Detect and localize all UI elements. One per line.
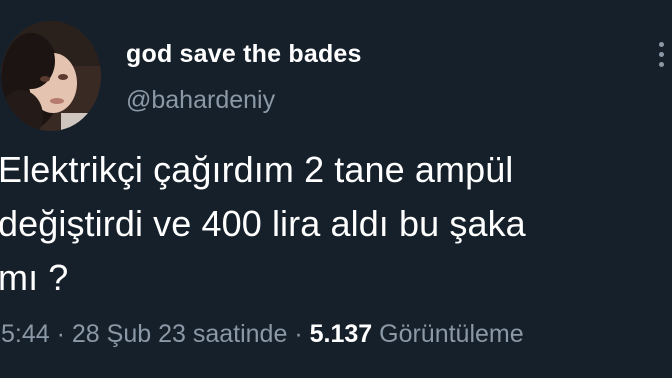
views-count: 5.137 (309, 320, 373, 348)
meta-separator: · (294, 320, 303, 348)
tweet-date[interactable]: 28 Şub 23 saatinde (72, 320, 287, 348)
dot (659, 52, 664, 57)
display-name[interactable]: god save the bades (126, 40, 362, 69)
tweet-meta: 5:44 · 28 Şub 23 saatinde · 5.137 Görünt… (1, 320, 524, 349)
tweet-card: god save the bades @bahardeniy Elektrikç… (0, 0, 672, 378)
views-label: Görüntüleme (379, 320, 524, 348)
dot (659, 62, 664, 67)
tweet-time[interactable]: 5:44 (1, 320, 50, 348)
meta-separator: · (56, 320, 65, 348)
avatar-photo-icon (1, 21, 101, 131)
user-handle[interactable]: @bahardeniy (126, 86, 275, 115)
more-options-icon[interactable] (656, 42, 668, 72)
tweet-text: Elektrikçi çağırdım 2 tane ampül değişti… (0, 149, 526, 298)
avatar[interactable] (1, 21, 101, 131)
dot (659, 42, 664, 47)
